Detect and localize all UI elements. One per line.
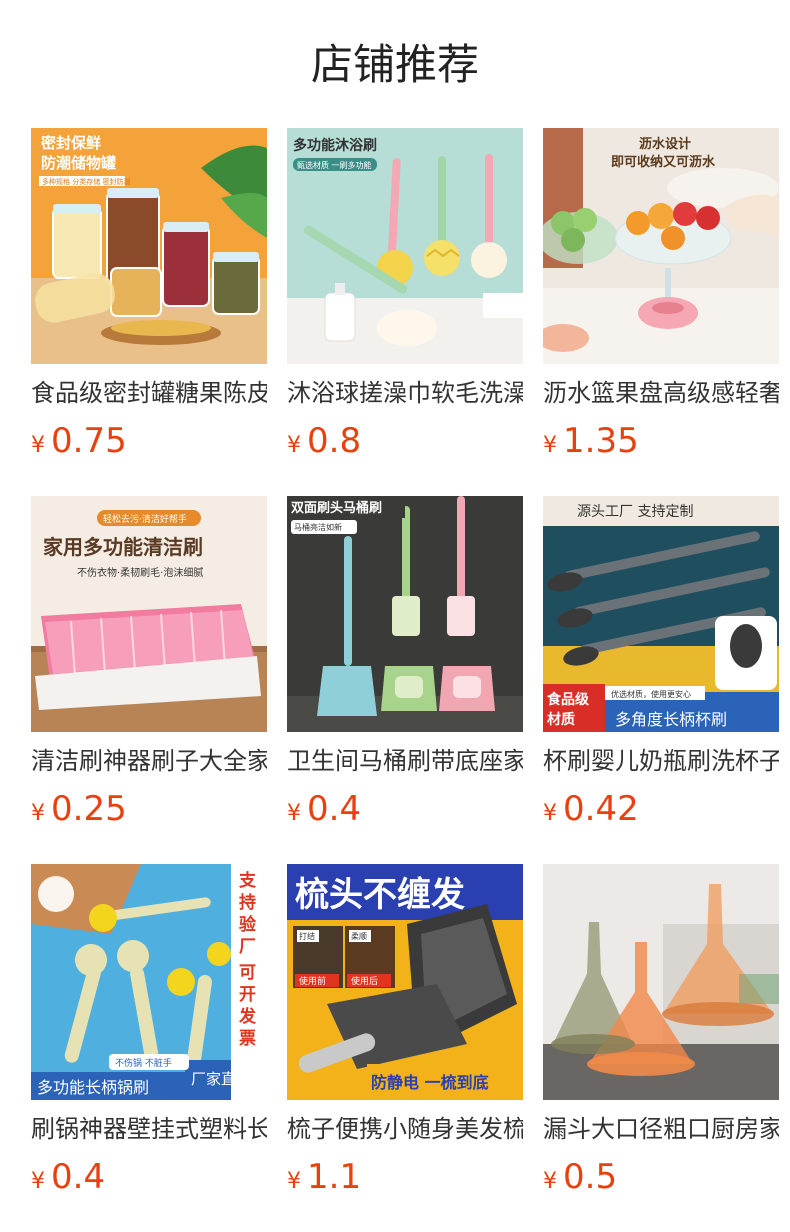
- currency-symbol: ¥: [31, 1169, 45, 1194]
- svg-text:柔顺: 柔顺: [351, 931, 367, 941]
- product-image-funnel[interactable]: [543, 864, 779, 1100]
- price-value: 0.8: [307, 421, 362, 461]
- currency-symbol: ¥: [31, 801, 45, 826]
- product-card[interactable]: 沥水设计 即可收纳又可沥水 沥水篮果盘高级感轻奢 ¥1.35: [543, 128, 779, 468]
- product-name[interactable]: 沐浴球搓澡巾软毛洗澡: [287, 376, 523, 410]
- svg-text:开: 开: [239, 985, 256, 1005]
- currency-symbol: ¥: [287, 433, 301, 458]
- svg-text:双面刷头马桶刷: 双面刷头马桶刷: [291, 500, 382, 516]
- product-card[interactable]: 漏斗大口径粗口厨房家 ¥0.5: [543, 864, 779, 1204]
- svg-text:厂: 厂: [239, 937, 256, 957]
- product-price: ¥0.25: [31, 786, 127, 832]
- svg-text:不伤锅 不脏手: 不伤锅 不脏手: [115, 1057, 172, 1069]
- product-image-cleaning-brush[interactable]: 轻松去污·清洁好帮手 家用多功能清洁刷 不伤衣物·柔韧刷毛·泡沫细腻: [31, 496, 267, 732]
- svg-text:不伤衣物·柔韧刷毛·泡沫细腻: 不伤衣物·柔韧刷毛·泡沫细腻: [77, 566, 203, 579]
- svg-text:厂家直供: 厂家直供: [191, 1070, 251, 1088]
- product-image-toilet-brush[interactable]: 双面刷头马桶刷 马桶亮洁如新: [287, 496, 523, 732]
- product-name[interactable]: 杯刷婴儿奶瓶刷洗杯子: [543, 744, 779, 778]
- svg-text:多功能长柄锅刷: 多功能长柄锅刷: [37, 1078, 149, 1097]
- svg-text:密封保鲜: 密封保鲜: [41, 134, 101, 152]
- product-name[interactable]: 食品级密封罐糖果陈皮: [31, 376, 267, 410]
- product-image-comb[interactable]: 梳头不缠发 打结 柔顺 使用前 使用后 防静电 一梳到底: [287, 864, 523, 1100]
- product-price: ¥1.1: [287, 1154, 361, 1200]
- svg-text:多种规格 分类存储 密封防潮: 多种规格 分类存储 密封防潮: [42, 177, 130, 186]
- product-image-fruit-basket[interactable]: 沥水设计 即可收纳又可沥水: [543, 128, 779, 364]
- product-name[interactable]: 梳子便携小随身美发梳: [287, 1112, 523, 1146]
- currency-symbol: ¥: [543, 801, 557, 826]
- svg-text:票: 票: [239, 1029, 256, 1049]
- product-price: ¥0.5: [543, 1154, 617, 1200]
- svg-text:可: 可: [239, 963, 256, 983]
- product-name[interactable]: 卫生间马桶刷带底座家: [287, 744, 523, 778]
- svg-text:使用后: 使用后: [351, 975, 378, 987]
- svg-text:多功能沐浴刷: 多功能沐浴刷: [293, 137, 377, 154]
- currency-symbol: ¥: [287, 1169, 301, 1194]
- currency-symbol: ¥: [31, 433, 45, 458]
- svg-text:材质: 材质: [547, 711, 575, 728]
- product-price: ¥0.4: [31, 1154, 105, 1200]
- product-image-pot-brush[interactable]: 不伤锅 不脏手 多功能长柄锅刷 厂家直供 支 持 验 厂 可 开 发 票: [31, 864, 267, 1100]
- product-name[interactable]: 清洁刷神器刷子大全家: [31, 744, 267, 778]
- price-value: 0.4: [51, 1157, 106, 1197]
- product-card[interactable]: 梳头不缠发 打结 柔顺 使用前 使用后 防静电 一梳到底 梳子便携小随身美发梳 …: [287, 864, 523, 1204]
- product-grid: 密封保鲜 防潮储物罐 多种规格 分类存储 密封防潮 食品级密封罐糖果陈皮 ¥0.…: [0, 0, 790, 1232]
- product-image-bath-brush[interactable]: 多功能沐浴刷 甄选材质 一刷多功能: [287, 128, 523, 364]
- svg-text:防静电 一梳到底: 防静电 一梳到底: [371, 1073, 489, 1092]
- product-card[interactable]: 双面刷头马桶刷 马桶亮洁如新 卫生间马桶刷带底座家 ¥0.4: [287, 496, 523, 836]
- price-value: 0.4: [307, 789, 362, 829]
- product-card[interactable]: 源头工厂 支持定制 食品级 材质 优选材质，使用更安心 多角度长柄杯刷 杯刷婴儿…: [543, 496, 779, 836]
- svg-text:打结: 打结: [299, 931, 315, 941]
- product-card[interactable]: 不伤锅 不脏手 多功能长柄锅刷 厂家直供 支 持 验 厂 可 开 发 票 刷锅神…: [31, 864, 267, 1204]
- svg-text:马桶亮洁如新: 马桶亮洁如新: [294, 522, 342, 532]
- svg-text:使用前: 使用前: [299, 975, 326, 987]
- svg-text:验: 验: [239, 914, 257, 935]
- price-value: 0.42: [563, 789, 639, 829]
- price-value: 0.75: [51, 421, 127, 461]
- svg-text:支: 支: [239, 870, 257, 891]
- currency-symbol: ¥: [287, 801, 301, 826]
- svg-text:甄选材质 一刷多功能: 甄选材质 一刷多功能: [297, 160, 372, 170]
- product-card[interactable]: 密封保鲜 防潮储物罐 多种规格 分类存储 密封防潮 食品级密封罐糖果陈皮 ¥0.…: [31, 128, 267, 468]
- product-price: ¥1.35: [543, 418, 639, 464]
- svg-text:轻松去污·清洁好帮手: 轻松去污·清洁好帮手: [103, 513, 187, 525]
- product-image-storage-jars[interactable]: 密封保鲜 防潮储物罐 多种规格 分类存储 密封防潮: [31, 128, 267, 364]
- svg-text:优选材质，使用更安心: 优选材质，使用更安心: [611, 689, 691, 699]
- product-price: ¥0.4: [287, 786, 361, 832]
- svg-text:多角度长柄杯刷: 多角度长柄杯刷: [615, 710, 727, 729]
- svg-text:即可收纳又可沥水: 即可收纳又可沥水: [611, 154, 716, 170]
- product-name[interactable]: 刷锅神器壁挂式塑料长: [31, 1112, 267, 1146]
- svg-text:梳头不缠发: 梳头不缠发: [295, 875, 465, 915]
- product-price: ¥0.8: [287, 418, 361, 464]
- svg-text:防潮储物罐: 防潮储物罐: [41, 154, 116, 172]
- currency-symbol: ¥: [543, 1169, 557, 1194]
- product-name[interactable]: 漏斗大口径粗口厨房家: [543, 1112, 779, 1146]
- product-price: ¥0.42: [543, 786, 639, 832]
- product-image-cup-brush[interactable]: 源头工厂 支持定制 食品级 材质 优选材质，使用更安心 多角度长柄杯刷: [543, 496, 779, 732]
- price-value: 1.1: [307, 1157, 362, 1197]
- price-value: 0.25: [51, 789, 127, 829]
- svg-text:发: 发: [238, 1006, 257, 1027]
- svg-text:食品级: 食品级: [547, 691, 590, 708]
- price-value: 1.35: [563, 421, 639, 461]
- product-card[interactable]: 多功能沐浴刷 甄选材质 一刷多功能 沐浴球搓澡巾软毛洗澡 ¥0.8: [287, 128, 523, 468]
- product-card[interactable]: 轻松去污·清洁好帮手 家用多功能清洁刷 不伤衣物·柔韧刷毛·泡沫细腻 清洁刷神器…: [31, 496, 267, 836]
- svg-text:家用多功能清洁刷: 家用多功能清洁刷: [43, 535, 203, 559]
- product-name[interactable]: 沥水篮果盘高级感轻奢: [543, 376, 779, 410]
- svg-text:沥水设计: 沥水设计: [639, 136, 691, 152]
- product-price: ¥0.75: [31, 418, 127, 464]
- svg-text:源头工厂 支持定制: 源头工厂 支持定制: [577, 504, 693, 520]
- svg-text:持: 持: [239, 892, 256, 913]
- price-value: 0.5: [563, 1157, 618, 1197]
- currency-symbol: ¥: [543, 433, 557, 458]
